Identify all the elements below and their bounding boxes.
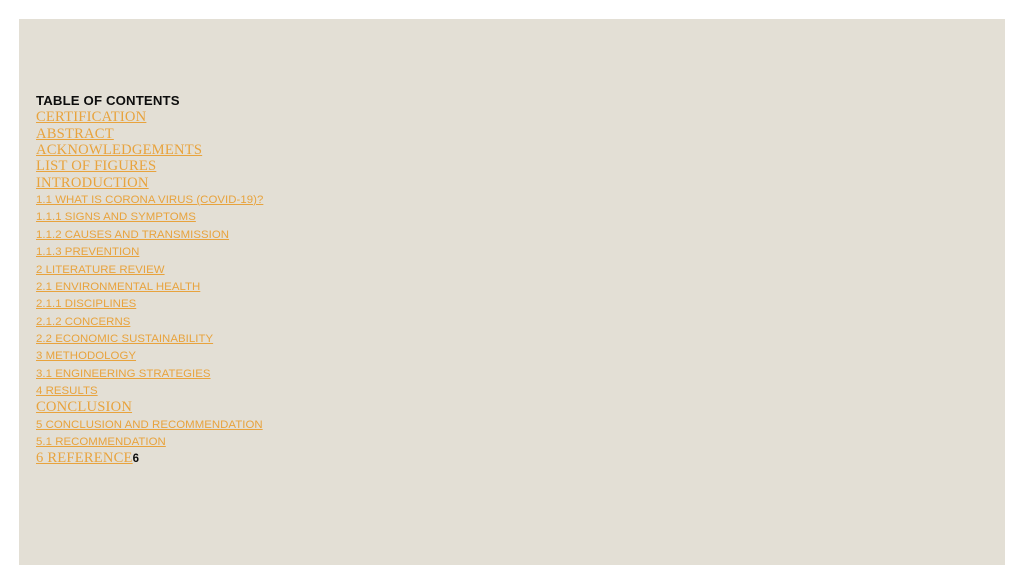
- toc-list-item: 1.1.3 PREVENTION: [36, 243, 796, 260]
- toc-link[interactable]: ACKNOWLEDGEMENTS: [36, 142, 202, 158]
- slide-page-number: 6: [132, 453, 140, 466]
- toc-link[interactable]: 5.1 RECOMMENDATION: [36, 436, 166, 448]
- toc-link[interactable]: 1.1 WHAT IS CORONA VIRUS (COVID-19)?: [36, 194, 263, 206]
- toc-list-item: 2.2 ECONOMIC SUSTAINABILITY: [36, 330, 796, 347]
- toc-list-item: LIST OF FIGURES: [36, 158, 796, 174]
- toc-list-item: 3.1 ENGINEERING STRATEGIES: [36, 365, 796, 382]
- page-title: TABLE OF CONTENTS: [36, 93, 180, 108]
- slide-canvas: TABLE OF CONTENTS CERTIFICATION ABSTRACT A…: [19, 19, 1005, 565]
- table-of-contents-list: CERTIFICATION ABSTRACT ACKNOWLEDGEMENTS LIS…: [36, 109, 796, 467]
- toc-link[interactable]: CERTIFICATION: [36, 109, 146, 125]
- toc-list-item: 2 LITERATURE REVIEW: [36, 261, 796, 278]
- toc-list-item: INTRODUCTION: [36, 175, 796, 191]
- toc-list-item: 5 CONCLUSION AND RECOMMENDATION: [36, 416, 796, 433]
- toc-link[interactable]: 1.1.2 CAUSES AND TRANSMISSION: [36, 229, 229, 241]
- toc-link[interactable]: 3 METHODOLOGY: [36, 350, 136, 362]
- toc-list-item: 1.1 WHAT IS CORONA VIRUS (COVID-19)?: [36, 191, 796, 208]
- toc-link[interactable]: 5 CONCLUSION AND RECOMMENDATION: [36, 419, 263, 431]
- toc-link[interactable]: INTRODUCTION: [36, 175, 149, 191]
- toc-list-item: 3 METHODOLOGY: [36, 347, 796, 364]
- toc-link[interactable]: LIST OF FIGURES: [36, 158, 156, 174]
- toc-link[interactable]: ABSTRACT: [36, 126, 114, 142]
- toc-link[interactable]: 4 RESULTS: [36, 385, 98, 397]
- toc-list-item: 1.1.1 SIGNS AND SYMPTOMS: [36, 208, 796, 225]
- toc-link[interactable]: 2.2 ECONOMIC SUSTAINABILITY: [36, 333, 213, 345]
- toc-list-item: ABSTRACT: [36, 126, 796, 142]
- table-of-contents-block: TABLE OF CONTENTS CERTIFICATION ABSTRACT A…: [36, 93, 796, 468]
- toc-link[interactable]: 1.1.1 SIGNS AND SYMPTOMS: [36, 211, 196, 223]
- toc-list-item: 5.1 RECOMMENDATION: [36, 433, 796, 450]
- toc-list-item: 4 RESULTS: [36, 382, 796, 399]
- toc-list-item: CONCLUSION: [36, 399, 796, 415]
- toc-list-item: CERTIFICATION: [36, 109, 796, 125]
- toc-list-item: 6 REFERENCE6: [36, 450, 796, 467]
- toc-list-item: 2.1.2 CONCERNS: [36, 313, 796, 330]
- toc-link[interactable]: 1.1.3 PREVENTION: [36, 246, 139, 258]
- toc-link[interactable]: 2 LITERATURE REVIEW: [36, 264, 165, 276]
- toc-list-item: 2.1 ENVIRONMENTAL HEALTH: [36, 278, 796, 295]
- toc-list-item: 1.1.2 CAUSES AND TRANSMISSION: [36, 226, 796, 243]
- toc-link[interactable]: 3.1 ENGINEERING STRATEGIES: [36, 368, 211, 380]
- toc-list-item: ACKNOWLEDGEMENTS: [36, 142, 796, 158]
- toc-list-item: 2.1.1 DISCIPLINES: [36, 295, 796, 312]
- toc-link[interactable]: 2.1.1 DISCIPLINES: [36, 298, 136, 310]
- toc-link[interactable]: 2.1.2 CONCERNS: [36, 316, 130, 328]
- toc-link[interactable]: CONCLUSION: [36, 399, 132, 415]
- toc-link[interactable]: 2.1 ENVIRONMENTAL HEALTH: [36, 281, 200, 293]
- toc-link[interactable]: 6 REFERENCE: [36, 450, 133, 466]
